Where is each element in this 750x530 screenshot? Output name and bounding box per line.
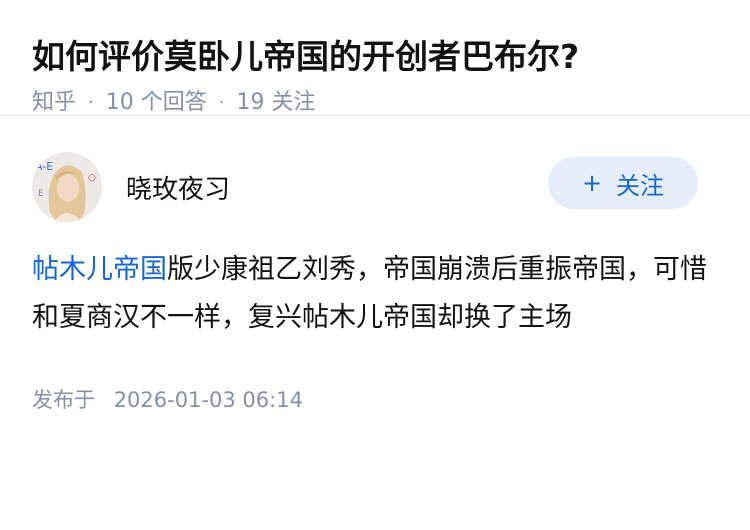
published-time: 2026-01-03 06:14 <box>113 388 303 412</box>
publish-info: 发布于 2026-01-03 06:14 <box>32 384 718 414</box>
meta-separator: · <box>88 92 94 113</box>
published-label: 发布于 <box>32 388 95 412</box>
page: 如何评价莫卧儿帝国的开创者巴布尔? 知乎 · 10 个回答 · 19 关注 A-… <box>0 0 750 530</box>
author-name[interactable]: 晓玫夜习 <box>126 169 548 206</box>
svg-text:○: ○ <box>88 173 96 183</box>
question-header: 如何评价莫卧儿帝国的开创者巴布尔? 知乎 · 10 个回答 · 19 关注 <box>0 0 750 116</box>
follow-button-label: 关注 <box>616 171 665 200</box>
topic-link[interactable]: 帖木儿帝国 <box>32 254 167 285</box>
question-title[interactable]: 如何评价莫卧儿帝国的开创者巴布尔? <box>32 34 718 80</box>
avatar[interactable]: A-E ○ E <box>32 152 102 222</box>
followers-count[interactable]: 19 关注 <box>236 88 315 118</box>
svg-text:A-E: A-E <box>35 160 53 173</box>
source-label[interactable]: 知乎 <box>32 88 76 118</box>
answers-count[interactable]: 10 个回答 <box>106 88 207 118</box>
follow-button[interactable]: + 关注 <box>548 157 698 209</box>
svg-text:E: E <box>38 189 44 199</box>
question-meta: 知乎 · 10 个回答 · 19 关注 <box>32 88 718 118</box>
meta-separator: · <box>218 92 225 113</box>
answer-content[interactable]: 帖木儿帝国版少康祖乙刘秀，帝国崩溃后重振帝国，可惜和夏商汉不一样，复兴帖木儿帝国… <box>32 246 712 342</box>
plus-icon: + <box>581 169 603 197</box>
answer-card: A-E ○ E 晓玫夜习 + 关注 帖木儿帝国版少康祖乙刘秀，帝国崩溃后重振帝国… <box>0 150 750 414</box>
avatar-image: A-E ○ E <box>32 152 102 222</box>
author-row: A-E ○ E 晓玫夜习 + 关注 <box>32 150 718 224</box>
